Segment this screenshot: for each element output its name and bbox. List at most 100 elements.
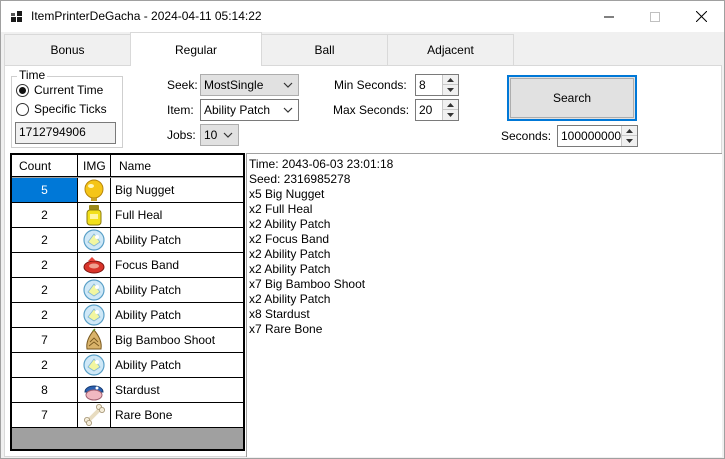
grid-header: Count IMG Name	[12, 155, 243, 177]
chevron-down-icon	[283, 82, 293, 88]
row-count: 2	[12, 303, 78, 327]
result-line: x8 Stardust	[249, 307, 310, 321]
radio-current-time[interactable]: Current Time	[16, 83, 103, 97]
maximize-button[interactable]	[632, 1, 678, 32]
title-bar[interactable]: ItemPrinterDeGacha - 2024-04-11 05:14:22	[1, 1, 724, 32]
maximize-icon	[650, 11, 660, 22]
seconds-stepper[interactable]: 1000000000	[557, 125, 638, 147]
big-nugget-icon	[78, 178, 111, 202]
minimize-button[interactable]	[586, 1, 632, 32]
max-seconds-stepper[interactable]: 20	[415, 99, 459, 121]
min-seconds-label: Min Seconds:	[334, 78, 407, 92]
stepper-down-button[interactable]	[622, 136, 637, 146]
row-count: 2	[12, 278, 78, 302]
table-row[interactable]: 7 Rare Bone	[12, 403, 243, 428]
row-name: Ability Patch	[115, 233, 182, 247]
stardust-icon	[78, 378, 111, 402]
stepper-buttons	[442, 75, 458, 95]
tab-regular[interactable]: Regular	[130, 32, 262, 66]
row-count: 2	[12, 253, 78, 277]
stepper-up-button[interactable]	[443, 75, 458, 85]
window-title: ItemPrinterDeGacha - 2024-04-11 05:14:22	[31, 9, 262, 23]
ability-patch-icon	[78, 353, 111, 377]
row-name: Big Bamboo Shoot	[115, 333, 216, 347]
stepper-up-button[interactable]	[622, 126, 637, 136]
table-row[interactable]: 7 Big Bamboo Shoot	[12, 328, 243, 353]
stepper-down-button[interactable]	[443, 110, 458, 120]
column-header-img[interactable]: IMG	[78, 155, 111, 177]
stepper-up-button[interactable]	[443, 100, 458, 110]
close-button[interactable]	[678, 1, 724, 32]
jobs-value: 10	[204, 128, 218, 142]
row-count: 2	[12, 203, 78, 227]
row-name: Rare Bone	[115, 408, 173, 422]
chevron-down-icon	[283, 107, 293, 113]
caret-up-icon	[447, 77, 454, 82]
table-row[interactable]: 2 Ability Patch	[12, 278, 243, 303]
caret-down-icon	[447, 88, 454, 92]
time-group-legend: Time	[17, 68, 48, 82]
caret-down-icon	[447, 113, 454, 117]
seconds-value: 1000000000	[561, 129, 628, 143]
table-row[interactable]: 8 Stardust	[12, 378, 243, 403]
column-header-name[interactable]: Name	[111, 155, 243, 177]
caret-up-icon	[447, 102, 454, 107]
close-icon	[695, 11, 707, 22]
app-window: ItemPrinterDeGacha - 2024-04-11 05:14:22…	[0, 0, 725, 459]
results-grid[interactable]: Count IMG Name 5 Big Nugget 2 Full Heal …	[10, 153, 245, 451]
stepper-down-button[interactable]	[443, 85, 458, 95]
row-name: Focus Band	[115, 258, 180, 272]
result-line: x2 Ability Patch	[249, 247, 331, 261]
jobs-dropdown[interactable]: 10	[200, 124, 239, 146]
result-line: x2 Ability Patch	[249, 292, 331, 306]
result-line: x7 Rare Bone	[249, 322, 323, 336]
seek-value: MostSingle	[204, 78, 264, 92]
result-time: Time: 2043-06-03 23:01:18	[249, 157, 394, 171]
big-bamboo-shoot-icon	[78, 328, 111, 352]
item-label: Item:	[167, 103, 194, 117]
radio-specific-ticks[interactable]: Specific Ticks	[16, 102, 107, 116]
tab-ball[interactable]: Ball	[261, 34, 388, 65]
row-count: 5	[12, 178, 78, 202]
table-row[interactable]: 2 Focus Band	[12, 253, 243, 278]
result-line: x5 Big Nugget	[249, 187, 325, 201]
max-seconds-value: 20	[419, 103, 433, 117]
ticks-input[interactable]: 1712794906	[15, 122, 116, 144]
stepper-buttons	[621, 126, 637, 146]
row-name: Ability Patch	[115, 283, 182, 297]
tab-adjacent[interactable]: Adjacent	[387, 34, 514, 65]
tab-strip: Bonus Regular Ball Adjacent	[4, 32, 722, 66]
row-name: Ability Patch	[115, 358, 182, 372]
search-button[interactable]: Search	[507, 75, 637, 121]
column-header-count[interactable]: Count	[12, 155, 78, 177]
radio-specific-ticks-label: Specific Ticks	[34, 102, 107, 116]
caret-down-icon	[626, 139, 633, 143]
result-line: x2 Focus Band	[249, 232, 330, 246]
seek-label: Seek:	[167, 78, 198, 92]
ability-patch-icon	[78, 278, 111, 302]
rare-bone-icon	[78, 403, 111, 427]
item-dropdown[interactable]: Ability Patch	[200, 99, 299, 121]
stepper-buttons	[442, 100, 458, 120]
table-row[interactable]: 2 Ability Patch	[12, 353, 243, 378]
table-row[interactable]: 2 Ability Patch	[12, 228, 243, 253]
results-textbox[interactable]: Time: 2043-06-03 23:01:18 Seed: 23169852…	[246, 153, 722, 457]
result-line: x2 Full Heal	[249, 202, 313, 216]
ability-patch-icon	[78, 303, 111, 327]
row-name: Stardust	[115, 383, 160, 397]
row-count: 8	[12, 378, 78, 402]
radio-current-time-label: Current Time	[34, 83, 104, 97]
radio-checked-icon	[16, 83, 29, 97]
row-count: 2	[12, 353, 78, 377]
ability-patch-icon	[78, 228, 111, 252]
row-name: Ability Patch	[115, 308, 182, 322]
table-row[interactable]: 2 Full Heal	[12, 203, 243, 228]
result-seed: Seed: 2316985278	[249, 172, 351, 186]
tab-bonus[interactable]: Bonus	[4, 34, 131, 65]
seek-dropdown[interactable]: MostSingle	[200, 74, 299, 96]
min-seconds-stepper[interactable]: 8	[415, 74, 459, 96]
chevron-down-icon	[223, 132, 233, 138]
table-row[interactable]: 2 Ability Patch	[12, 303, 243, 328]
table-row[interactable]: 5 Big Nugget	[12, 178, 243, 203]
seconds-label: Seconds:	[501, 129, 552, 143]
